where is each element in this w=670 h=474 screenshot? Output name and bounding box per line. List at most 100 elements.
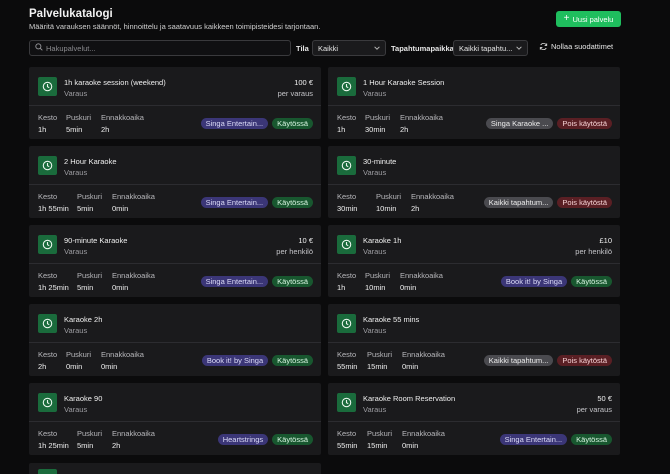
service-card-header: Karaoke 90 Varaus bbox=[29, 383, 321, 420]
service-price-unit: per henkilö bbox=[276, 247, 313, 256]
service-card-header: 30-minute Varaus bbox=[328, 146, 620, 183]
service-card-header: 1 Hour Karaoke Session Varaus bbox=[328, 67, 620, 104]
service-type: Varaus bbox=[363, 326, 387, 335]
service-card-4[interactable]: 30-minute Varaus Kesto 30min Puskuri 10m… bbox=[328, 146, 620, 218]
service-price-unit: per varaus bbox=[576, 405, 612, 414]
service-card-1[interactable]: 1h karaoke session (weekend) Varaus 100 … bbox=[29, 67, 321, 139]
duration-label: Kesto bbox=[337, 192, 357, 201]
duration-value: 1h bbox=[337, 125, 346, 134]
service-card-6[interactable]: Karaoke 1h Varaus £10 per henkilö Kesto … bbox=[328, 225, 620, 297]
service-name: Karaoke Room Reservation bbox=[363, 394, 456, 403]
service-type: Varaus bbox=[363, 168, 387, 177]
status-badge: Käytössä bbox=[272, 276, 313, 287]
duration-stat: Kesto 1h 25min bbox=[38, 271, 69, 292]
service-card-3[interactable]: 2 Hour Karaoke Varaus Kesto 1h 55min Pus… bbox=[29, 146, 321, 218]
clock-icon bbox=[38, 156, 57, 175]
venue-badge: Book it! by Singa bbox=[201, 355, 269, 366]
buffer-value: 5min bbox=[77, 441, 94, 450]
card-divider bbox=[29, 263, 321, 264]
service-card-partial[interactable] bbox=[29, 463, 321, 474]
service-name: 90-minute Karaoke bbox=[64, 236, 128, 245]
service-price-unit: per henkilö bbox=[575, 247, 612, 256]
service-card-7[interactable]: Karaoke 2h Varaus Kesto 2h Puskuri 0min … bbox=[29, 304, 321, 376]
service-card-9[interactable]: Karaoke 90 Varaus Kesto 1h 25min Puskuri… bbox=[29, 383, 321, 455]
advance-stat: Ennakkoaika 0min bbox=[101, 350, 144, 371]
buffer-stat: Puskuri 0min bbox=[66, 350, 91, 371]
status-badge: Käytössä bbox=[272, 197, 313, 208]
buffer-label: Puskuri bbox=[77, 192, 103, 201]
clock-icon bbox=[337, 235, 356, 254]
service-card-header: Karaoke Room Reservation Varaus 50 € per… bbox=[328, 383, 620, 420]
search-box[interactable] bbox=[29, 40, 291, 56]
buffer-label: Puskuri bbox=[66, 113, 92, 122]
buffer-value: 15min bbox=[367, 441, 388, 450]
service-type: Varaus bbox=[363, 89, 387, 98]
duration-label: Kesto bbox=[38, 113, 58, 122]
duration-value: 1h 25min bbox=[38, 441, 69, 450]
service-name: Karaoke 2h bbox=[64, 315, 103, 324]
chevron-down-icon bbox=[374, 46, 380, 50]
card-divider bbox=[29, 421, 321, 422]
buffer-value: 15min bbox=[367, 362, 388, 371]
advance-stat: Ennakkoaika 0min bbox=[112, 271, 155, 292]
advance-value: 0min bbox=[402, 362, 419, 371]
status-badge: Pois käytöstä bbox=[557, 118, 612, 129]
duration-stat: Kesto 1h 55min bbox=[38, 192, 69, 213]
service-price: 10 € bbox=[298, 236, 313, 245]
badge-group: Book it! by Singa Käytössä bbox=[201, 355, 313, 366]
buffer-value: 30min bbox=[365, 125, 386, 134]
buffer-value: 5min bbox=[77, 204, 94, 213]
clock-icon bbox=[38, 314, 57, 333]
buffer-stat: Puskuri 30min bbox=[365, 113, 390, 134]
search-input[interactable] bbox=[46, 43, 276, 53]
duration-label: Kesto bbox=[38, 192, 58, 201]
advance-label: Ennakkoaika bbox=[101, 350, 144, 359]
advance-label: Ennakkoaika bbox=[411, 192, 454, 201]
venue-badge: Singa Karaoke ... bbox=[485, 118, 554, 129]
buffer-stat: Puskuri 10min bbox=[365, 271, 390, 292]
venue-badge: Kaikki tapahtum... bbox=[483, 355, 554, 366]
service-card-8[interactable]: Karaoke 55 mins Varaus Kesto 55min Pusku… bbox=[328, 304, 620, 376]
clock-icon bbox=[337, 77, 356, 96]
venue-badge: Kaikki tapahtum... bbox=[483, 197, 554, 208]
service-card-2[interactable]: 1 Hour Karaoke Session Varaus Kesto 1h P… bbox=[328, 67, 620, 139]
duration-label: Kesto bbox=[337, 429, 357, 438]
service-price-unit: per varaus bbox=[277, 89, 313, 98]
service-price: 100 € bbox=[294, 78, 313, 87]
status-badge: Käytössä bbox=[272, 434, 313, 445]
buffer-value: 0min bbox=[66, 362, 83, 371]
venue-select[interactable]: Kaikki tapahtu... bbox=[453, 40, 528, 56]
duration-stat: Kesto 2h bbox=[38, 350, 57, 371]
status-badge: Käytössä bbox=[272, 118, 313, 129]
buffer-stat: Puskuri 10min bbox=[376, 192, 401, 213]
status-badge: Pois käytöstä bbox=[557, 197, 612, 208]
status-badge: Käytössä bbox=[272, 355, 313, 366]
advance-value: 2h bbox=[411, 204, 420, 213]
chevron-down-icon bbox=[516, 46, 522, 50]
reset-filters-button[interactable]: Nollaa suodattimet bbox=[539, 42, 613, 51]
advance-stat: Ennakkoaika 2h bbox=[101, 113, 144, 134]
status-badge: Pois käytöstä bbox=[557, 355, 612, 366]
badge-group: Singa Karaoke ... Pois käytöstä bbox=[485, 118, 612, 129]
duration-value: 1h bbox=[337, 283, 346, 292]
buffer-label: Puskuri bbox=[367, 429, 393, 438]
service-card-10[interactable]: Karaoke Room Reservation Varaus 50 € per… bbox=[328, 383, 620, 455]
status-select[interactable]: Kaikki bbox=[312, 40, 386, 56]
new-service-button[interactable]: + Uusi palvelu bbox=[556, 11, 621, 27]
duration-value: 1h 25min bbox=[38, 283, 69, 292]
card-divider bbox=[328, 421, 620, 422]
duration-stat: Kesto 1h 25min bbox=[38, 429, 69, 450]
status-badge: Käytössä bbox=[571, 434, 612, 445]
venue-badge: Book it! by Singa bbox=[500, 276, 568, 287]
duration-label: Kesto bbox=[38, 350, 58, 359]
buffer-label: Puskuri bbox=[365, 271, 391, 280]
venue-badge: Singa Entertain... bbox=[200, 276, 269, 287]
service-card-5[interactable]: 90-minute Karaoke Varaus 10 € per henkil… bbox=[29, 225, 321, 297]
duration-stat: Kesto 1h bbox=[337, 113, 356, 134]
filter-bar: Tila Kaikki Tapahtumapaikka Kaikki tapah… bbox=[29, 40, 621, 56]
badge-group: Singa Entertain... Käytössä bbox=[200, 118, 313, 129]
plus-icon: + bbox=[563, 12, 570, 24]
duration-value: 1h bbox=[38, 125, 47, 134]
advance-stat: Ennakkoaika 2h bbox=[411, 192, 454, 213]
duration-stat: Kesto 55min bbox=[337, 350, 357, 371]
